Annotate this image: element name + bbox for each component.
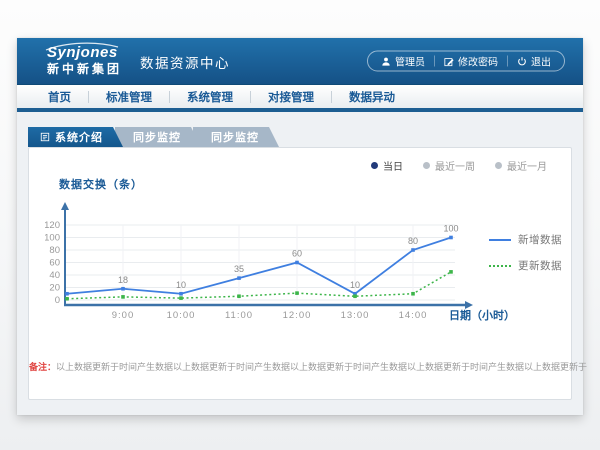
radio-dot-icon — [423, 162, 430, 169]
y-tick-label: 100 — [45, 233, 60, 244]
data-point-label: 35 — [234, 264, 244, 274]
filter-today[interactable]: 当日 — [371, 158, 403, 173]
data-point — [179, 292, 183, 296]
admin-user-label: 管理员 — [395, 54, 425, 69]
y-tick-label: 0 — [55, 295, 60, 306]
y-axis-arrow-icon — [61, 202, 69, 210]
x-tick-label: 11:00 — [225, 310, 253, 321]
filter-label: 当日 — [383, 158, 403, 173]
range-filter-group: 当日 最近一周 最近一月 — [371, 158, 547, 173]
tab-bar: 系统介绍 同步监控 同步监控 — [28, 127, 279, 147]
x-tick-label: 14:00 — [399, 310, 428, 321]
radio-dot-icon — [495, 162, 502, 169]
data-point-label: 60 — [292, 249, 302, 259]
y-tick-label: 40 — [49, 270, 60, 281]
form-icon — [40, 132, 50, 142]
change-password-label: 修改密码 — [458, 54, 498, 69]
x-axis-arrow-icon — [465, 301, 473, 309]
x-tick-label: 9:00 — [112, 310, 135, 321]
nav-item-system-mgmt[interactable]: 系统管理 — [170, 89, 250, 105]
footnote-text: 以上数据更新于时间产生数据以上数据更新于时间产生数据以上数据更新于时间产生数据以… — [56, 362, 587, 372]
app-window: Synjones 新中新集团 数据资源中心 管理员 修改密码 — [17, 38, 583, 415]
filter-label: 最近一周 — [435, 158, 475, 173]
y-tick-label: 20 — [49, 283, 60, 294]
company-name: 新中新集团 — [47, 62, 122, 76]
filter-last-week[interactable]: 最近一周 — [423, 158, 475, 173]
data-point — [295, 261, 299, 265]
brand-name: Synjones — [47, 45, 122, 60]
chart-panel: 当日 最近一周 最近一月 数据交换（条） 0204060801001209:00… — [28, 147, 572, 400]
nav-item-home[interactable]: 首页 — [31, 89, 88, 105]
screenshot-root: { "colors": { "header_top": "#2171ab", "… — [0, 0, 600, 450]
logout-label: 退出 — [531, 54, 551, 69]
chart-legend: 新增数据 更新数据 — [489, 232, 562, 273]
y-tick-label: 120 — [45, 220, 60, 231]
data-point — [411, 292, 415, 296]
legend-item-update-data[interactable]: 更新数据 — [489, 258, 562, 273]
x-tick-label: 10:00 — [167, 310, 196, 321]
nav-item-data-change[interactable]: 数据异动 — [332, 89, 412, 105]
footnote-prefix: 备注： — [29, 362, 56, 372]
user-icon — [381, 56, 391, 66]
data-point — [449, 236, 453, 240]
data-point-label: 10 — [176, 280, 186, 290]
x-tick-label: 12:00 — [283, 310, 312, 321]
legend-label: 新增数据 — [518, 232, 562, 247]
x-tick-label: 13:00 — [341, 310, 370, 321]
data-point-label: 18 — [118, 275, 128, 285]
filter-label: 最近一月 — [507, 158, 547, 173]
radio-dot-icon — [371, 162, 378, 169]
edit-icon — [444, 56, 454, 66]
data-point-label: 100 — [443, 224, 458, 234]
data-point — [65, 292, 69, 296]
tab-label: 系统介绍 — [55, 129, 103, 145]
admin-user-button[interactable]: 管理员 — [372, 54, 434, 69]
content-area: 系统介绍 同步监控 同步监控 当日 最近一周 — [17, 112, 583, 415]
change-password-button[interactable]: 修改密码 — [435, 54, 507, 69]
y-axis-title: 数据交换（条） — [59, 176, 143, 192]
user-menu: 管理员 修改密码 退出 — [367, 51, 565, 72]
data-point — [179, 296, 183, 300]
data-point — [237, 294, 241, 298]
data-point — [65, 297, 69, 301]
tab-sync-monitor-1[interactable]: 同步监控 — [115, 127, 201, 147]
data-point-label: 10 — [350, 280, 360, 290]
data-point — [121, 295, 125, 299]
nav-item-interface-mgmt[interactable]: 对接管理 — [251, 89, 331, 105]
nav-item-standard-mgmt[interactable]: 标准管理 — [89, 89, 169, 105]
footnote: 备注：以上数据更新于时间产生数据以上数据更新于时间产生数据以上数据更新于时间产生… — [29, 360, 571, 373]
data-point-label: 80 — [408, 236, 418, 246]
page-title: 数据资源中心 — [140, 50, 230, 72]
y-tick-label: 80 — [49, 245, 60, 256]
filter-last-month[interactable]: 最近一月 — [495, 158, 547, 173]
legend-item-new-data[interactable]: 新增数据 — [489, 232, 562, 247]
data-point — [237, 276, 241, 280]
tab-sync-monitor-2[interactable]: 同步监控 — [193, 127, 279, 147]
legend-line-swatch — [489, 265, 511, 267]
main-nav: 首页 标准管理 系统管理 对接管理 数据异动 — [17, 85, 583, 108]
legend-label: 更新数据 — [518, 258, 562, 273]
data-point — [121, 287, 125, 291]
data-point — [411, 248, 415, 252]
power-icon — [517, 56, 527, 66]
line-chart: 0204060801001209:0010:0011:0012:0013:001… — [45, 192, 565, 338]
series-line-0 — [67, 238, 451, 294]
data-point — [449, 270, 453, 274]
logo: Synjones 新中新集团 — [47, 45, 122, 78]
x-axis-title: 日期（小时） — [449, 308, 515, 322]
data-point — [295, 291, 299, 295]
app-header: Synjones 新中新集团 数据资源中心 管理员 修改密码 — [17, 38, 583, 85]
legend-line-swatch — [489, 239, 511, 241]
logout-button[interactable]: 退出 — [508, 54, 560, 69]
tab-label: 同步监控 — [211, 129, 259, 145]
y-tick-label: 60 — [49, 258, 60, 269]
tab-label: 同步监控 — [133, 129, 181, 145]
data-point — [353, 294, 357, 298]
tab-system-intro[interactable]: 系统介绍 — [28, 127, 123, 147]
